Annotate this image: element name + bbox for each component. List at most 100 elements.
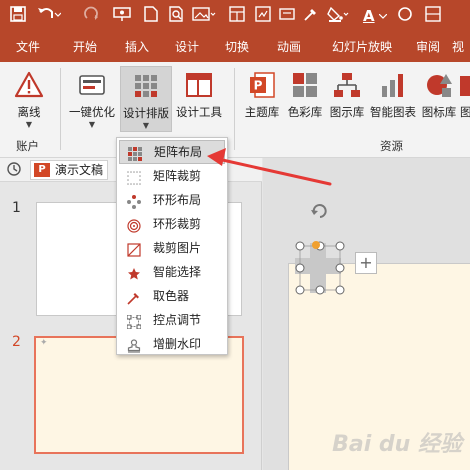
undo-icon[interactable]	[36, 6, 62, 26]
document-tab[interactable]: P 演示文稿	[30, 160, 109, 180]
smart-chart-button[interactable]: 智能图表	[368, 66, 418, 132]
slide-number: 1	[12, 200, 21, 216]
smart-select-icon	[127, 265, 141, 280]
layout-options-icon[interactable]: +	[355, 252, 377, 274]
menu-item-matrix-layout[interactable]: 矩阵布局	[119, 140, 225, 164]
present-icon[interactable]	[112, 6, 132, 26]
tab-slideshow[interactable]: 幻灯片放映	[322, 32, 402, 62]
bar-chart-icon	[378, 70, 408, 100]
group-account-label: 账户	[16, 139, 39, 153]
new-icon[interactable]	[142, 6, 160, 26]
matrix-grid-icon	[131, 71, 161, 101]
tab-home[interactable]: 开始	[62, 32, 108, 62]
menu-item-handle-adjust[interactable]: 控点调节	[119, 308, 225, 332]
design-layout-label: 设计排版	[123, 106, 169, 120]
find-icon[interactable]	[168, 6, 186, 26]
icon-library-icon	[424, 70, 454, 100]
menu-item-label: 增删水印	[153, 337, 202, 351]
design-layout-menu: 矩阵布局 矩阵裁剪 环形布局 环形裁剪 裁剪图片 智能选择 取色器 控点调节 增…	[116, 137, 228, 355]
warning-icon	[14, 70, 44, 100]
optimize-button[interactable]: 一键优化 ▼	[64, 66, 120, 132]
svg-text:P: P	[254, 79, 263, 93]
more-library-button[interactable]: 图	[460, 66, 470, 132]
tab-review[interactable]: 审阅	[408, 32, 448, 62]
group-resources-label: 资源	[380, 139, 403, 153]
color-palette-icon	[290, 70, 320, 100]
font-color-label: A	[362, 7, 375, 25]
optimize-label: 一键优化	[69, 105, 115, 119]
tab-insert[interactable]: 插入	[114, 32, 160, 62]
icon-library-button[interactable]: 图标库	[418, 66, 460, 132]
ring-layout-icon	[127, 193, 141, 209]
slide-icon[interactable]	[278, 6, 296, 26]
ribbon-body: 离线 ▼ 账户 一键优化 ▼ 设计排版 ▼ 设计工具 P 主题库 色彩库 图示库…	[0, 62, 470, 158]
diagram-icon	[332, 70, 362, 100]
crop-image-icon	[127, 241, 141, 257]
menu-item-label: 环形布局	[153, 193, 202, 207]
ribbon-tabs: 文件 开始 插入 设计 切换 动画 幻灯片放映 审阅 视	[0, 32, 470, 62]
color-library-label: 色彩库	[287, 105, 323, 119]
tab-design[interactable]: 设计	[166, 32, 208, 62]
design-tools-icon	[184, 70, 214, 100]
font-color-icon[interactable]: A	[362, 6, 388, 26]
quick-access-toolbar: A	[0, 0, 470, 32]
eyedropper-icon	[127, 289, 141, 305]
document-tab-label: 演示文稿	[55, 163, 104, 177]
chevron-down-icon: ▼	[88, 120, 96, 129]
clock-icon[interactable]	[6, 161, 22, 180]
menu-item-label: 矩阵布局	[154, 145, 203, 159]
design-tools-label: 设计工具	[176, 105, 222, 119]
gallery-icon[interactable]	[254, 6, 272, 26]
diagram-library-button[interactable]: 图示库	[326, 66, 368, 132]
matrix-layout-icon	[128, 146, 142, 161]
theme-library-label: 主题库	[244, 105, 280, 119]
more-icon[interactable]	[424, 6, 442, 26]
chevron-down-icon: ▼	[142, 121, 150, 130]
chevron-down-icon: ▼	[25, 120, 33, 129]
redo-icon[interactable]	[82, 6, 100, 26]
menu-item-ring-layout[interactable]: 环形布局	[119, 188, 225, 212]
menu-item-label: 裁剪图片	[153, 241, 202, 255]
menu-item-matrix-crop[interactable]: 矩阵裁剪	[119, 164, 225, 188]
optimize-icon	[77, 70, 107, 100]
menu-item-watermark[interactable]: 增删水印	[119, 332, 225, 356]
menu-item-ring-crop[interactable]: 环形裁剪	[119, 212, 225, 236]
menu-item-crop-image[interactable]: 裁剪图片	[119, 236, 225, 260]
theme-library-button[interactable]: P 主题库	[240, 66, 284, 132]
layout-icon[interactable]	[228, 6, 246, 26]
smart-chart-label: 智能图表	[370, 105, 416, 119]
tab-file[interactable]: 文件	[8, 32, 48, 62]
rotate-handle-icon[interactable]	[309, 200, 331, 225]
save-icon[interactable]	[8, 6, 28, 26]
eyedropper-icon[interactable]	[302, 6, 320, 26]
tab-view[interactable]: 视	[452, 32, 470, 62]
menu-item-smart-select[interactable]: 智能选择	[119, 260, 225, 284]
slide-number: 2	[12, 334, 21, 350]
animation-star-icon: ✦	[40, 338, 48, 348]
tab-animations[interactable]: 动画	[266, 32, 312, 62]
design-layout-button[interactable]: 设计排版 ▼	[120, 66, 172, 132]
design-tools-button[interactable]: 设计工具	[172, 66, 226, 132]
menu-item-color-picker[interactable]: 取色器	[119, 284, 225, 308]
ring-crop-icon	[127, 217, 141, 233]
powerpoint-badge: P	[34, 163, 50, 177]
shape-circle-icon[interactable]	[396, 6, 414, 26]
slide-canvas: + Bai du 经验	[263, 158, 470, 470]
offline-label: 离线	[17, 105, 41, 119]
powerpoint-icon: P	[247, 70, 277, 100]
menu-item-label: 取色器	[153, 289, 190, 303]
more-library-label: 图	[460, 105, 470, 119]
diagram-library-label: 图示库	[329, 105, 365, 119]
tab-transitions[interactable]: 切换	[216, 32, 258, 62]
ribbon-separator	[60, 68, 61, 150]
menu-item-label: 控点调节	[153, 313, 202, 327]
handle-adjust-icon	[126, 313, 142, 330]
offline-button[interactable]: 离线 ▼	[4, 66, 54, 132]
picture-icon[interactable]	[192, 6, 216, 26]
menu-item-label: 矩阵裁剪	[153, 169, 202, 183]
watermark: Bai du 经验	[332, 432, 462, 457]
color-library-button[interactable]: 色彩库	[284, 66, 326, 132]
menu-item-label: 环形裁剪	[153, 217, 202, 231]
fill-icon[interactable]	[326, 6, 352, 26]
menu-item-label: 智能选择	[153, 265, 202, 279]
